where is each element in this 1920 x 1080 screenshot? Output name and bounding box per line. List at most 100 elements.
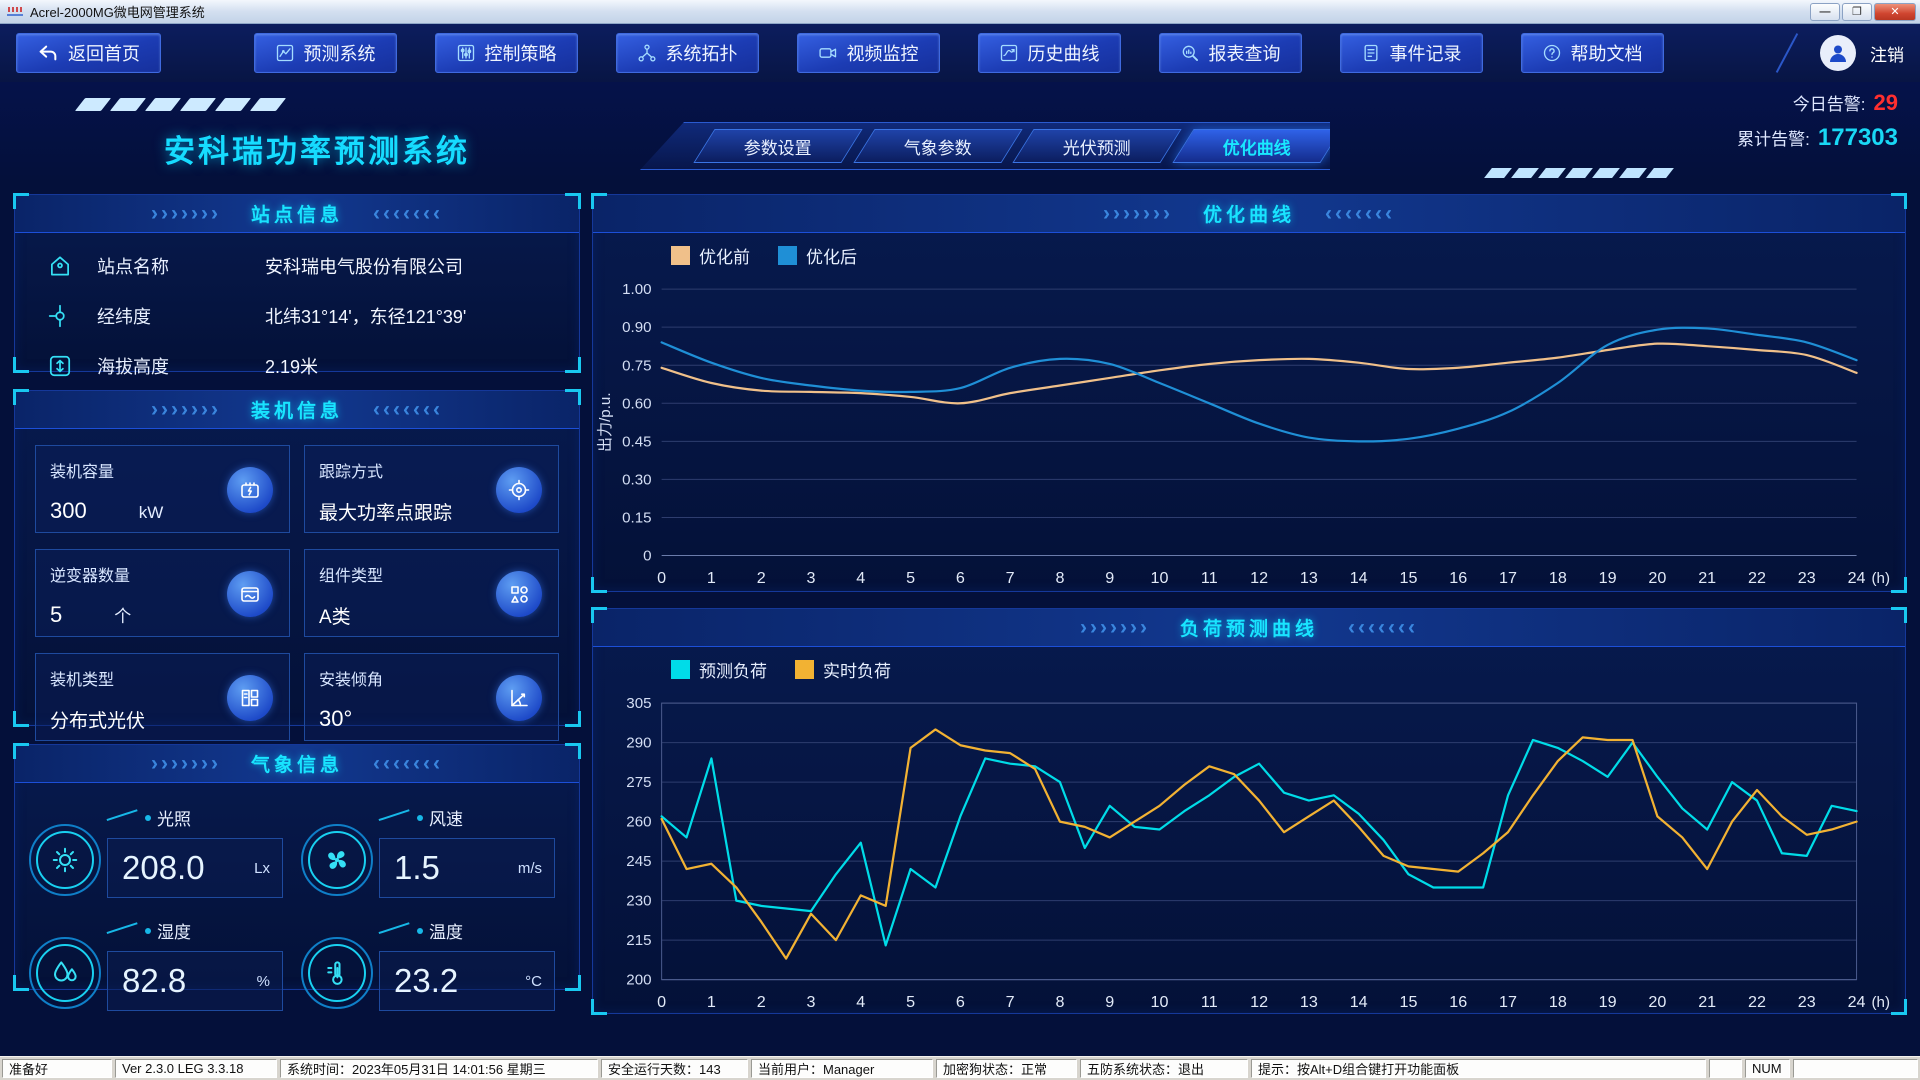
nav-item-video-monitor[interactable]: 视频监控: [797, 33, 940, 73]
svg-text:14: 14: [1350, 993, 1368, 1011]
svg-text:7: 7: [1006, 569, 1015, 587]
nav-item-system-topology[interactable]: 系统拓扑: [616, 33, 759, 73]
wind-speed-item: 风速 1.5m/s: [301, 805, 567, 898]
maximize-button[interactable]: ❐: [1842, 3, 1872, 21]
svg-text:18: 18: [1549, 569, 1567, 587]
nav-bar: 返回首页 预测系统 控制策略 系统拓扑 视频监控 历史曲线: [0, 24, 1920, 82]
svg-text:15: 15: [1399, 993, 1417, 1011]
install-info-panel: ››››››› 装机信息 ‹‹‹‹‹‹‹ 装机容量 300kW 跟踪方式 最大功…: [14, 390, 580, 726]
install-info-title: 装机信息: [251, 396, 343, 423]
irradiance-item: 光照 208.0Lx: [29, 805, 295, 898]
site-latlng-row: 经纬度 北纬31°14'，东径121°39': [43, 303, 551, 329]
status-ready: 准备好: [2, 1059, 112, 1078]
svg-text:0: 0: [643, 548, 651, 565]
optimization-curve-chart: 00.150.300.450.600.750.901.0001234567891…: [593, 277, 1905, 592]
load-forecast-legend: 预测负荷 实时负荷: [593, 647, 1905, 691]
wind-speed-value-box: 1.5m/s: [379, 838, 555, 898]
topology-icon: [637, 43, 657, 63]
nav-item-help-docs[interactable]: 帮助文档: [1521, 33, 1664, 73]
site-name-row: 站点名称 安科瑞电气股份有限公司: [43, 253, 551, 279]
minimize-button[interactable]: —: [1810, 3, 1840, 21]
document-icon: [1361, 43, 1381, 63]
banner-slash-decoration: [80, 98, 281, 111]
legend-item-before-optimization[interactable]: 优化前: [671, 243, 750, 268]
fan-icon: [322, 845, 352, 875]
capacity-card: 装机容量 300kW: [35, 445, 290, 533]
tilt-angle-card: 安装倾角 30°: [304, 653, 559, 741]
svg-text:6: 6: [956, 569, 965, 587]
site-info-title: 站点信息: [251, 200, 343, 227]
svg-text:19: 19: [1599, 993, 1617, 1011]
svg-text:17: 17: [1499, 993, 1517, 1011]
weather-info-panel: ››››››› 气象信息 ‹‹‹‹‹‹‹ 光照 208.0Lx: [14, 744, 580, 990]
svg-text:5: 5: [906, 569, 915, 587]
status-version: Ver 2.3.0 LEG 3.3.18: [115, 1059, 277, 1078]
component-type-icon: [507, 582, 531, 606]
tab-weather-parameters[interactable]: 气象参数: [853, 129, 1022, 163]
svg-text:0.75: 0.75: [622, 357, 651, 374]
nav-separator: [1776, 33, 1798, 73]
svg-text:200: 200: [626, 972, 651, 989]
nav-item-report-query[interactable]: 报表查询: [1159, 33, 1302, 73]
close-button[interactable]: ✕: [1874, 3, 1916, 21]
svg-text:0.15: 0.15: [622, 510, 651, 527]
tab-optimization-curve[interactable]: 优化曲线: [1172, 129, 1341, 163]
right-column: ››››››› 优化曲线 ‹‹‹‹‹‹‹ 优化前 优化后 00.150.300.…: [592, 194, 1906, 1052]
status-system-time: 系统时间：2023年05月31日 14:01:56 星期三: [280, 1059, 598, 1078]
svg-text:10: 10: [1151, 993, 1169, 1011]
site-info-header: ››››››› 站点信息 ‹‹‹‹‹‹‹: [15, 195, 579, 233]
svg-text:7: 7: [1006, 993, 1015, 1011]
svg-text:21: 21: [1698, 993, 1716, 1011]
svg-text:290: 290: [626, 735, 651, 752]
logout-button[interactable]: 注销: [1870, 41, 1904, 66]
optimization-legend: 优化前 优化后: [593, 233, 1905, 277]
status-num-lock: NUM: [1745, 1059, 1790, 1078]
svg-text:24: 24: [1848, 569, 1866, 587]
legend-swatch: [778, 246, 797, 265]
humidity-item: 湿度 82.8%: [29, 918, 295, 1011]
legend-swatch: [671, 246, 690, 265]
legend-item-realtime-load[interactable]: 实时负荷: [795, 657, 891, 682]
user-avatar[interactable]: [1820, 35, 1856, 71]
svg-text:1: 1: [707, 569, 716, 587]
load-forecast-header: ››››››› 负荷预测曲线 ‹‹‹‹‹‹‹: [593, 609, 1905, 647]
back-home-button[interactable]: 返回首页: [16, 33, 161, 73]
svg-text:2: 2: [757, 569, 766, 587]
legend-swatch: [795, 660, 814, 679]
tab-pv-forecast[interactable]: 光伏预测: [1012, 129, 1181, 163]
svg-text:11: 11: [1201, 569, 1218, 587]
app-window: Acrel-2000MG微电网管理系统 — ❐ ✕ 返回首页 预测系统 控制策略…: [0, 0, 1920, 1080]
nav-item-forecast-system[interactable]: 预测系统: [254, 33, 397, 73]
legend-item-forecast-load[interactable]: 预测负荷: [671, 657, 767, 682]
capacity-icon: [238, 478, 262, 502]
total-alert-label: 累计告警:: [1737, 125, 1810, 150]
inverter-icon: [238, 582, 262, 606]
page-title: 安科瑞功率预测系统: [164, 126, 470, 171]
svg-text:18: 18: [1549, 993, 1567, 1011]
home-icon: [47, 253, 73, 279]
install-info-header: ››››››› 装机信息 ‹‹‹‹‹‹‹: [15, 391, 579, 429]
svg-text:11: 11: [1201, 993, 1218, 1011]
tab-strip: 参数设置 气象参数 光伏预测 优化曲线: [640, 122, 1330, 170]
tab-parameter-settings[interactable]: 参数设置: [693, 129, 862, 163]
today-alert-value: 29: [1874, 90, 1898, 116]
nav-item-history-curve[interactable]: 历史曲线: [978, 33, 1121, 73]
report-search-icon: [1180, 43, 1200, 63]
sun-icon: [50, 845, 80, 875]
page-header: 安科瑞功率预测系统 参数设置 气象参数 光伏预测 优化曲线 今日告警: 29 累计…: [0, 82, 1920, 184]
svg-text:260: 260: [626, 814, 651, 831]
status-hint: 提示：按Alt+D组合键打开功能面板: [1251, 1059, 1706, 1078]
optimization-curve-header: ››››››› 优化曲线 ‹‹‹‹‹‹‹: [593, 195, 1905, 233]
svg-text:14: 14: [1350, 569, 1368, 587]
svg-text:245: 245: [626, 853, 651, 870]
svg-text:22: 22: [1748, 569, 1766, 587]
temperature-value-box: 23.2°C: [379, 951, 555, 1011]
today-alert-label: 今日告警:: [1793, 90, 1866, 115]
tracking-card: 跟踪方式 最大功率点跟踪: [304, 445, 559, 533]
help-icon: [1542, 43, 1562, 63]
status-safe-days: 安全运行天数：143: [601, 1059, 748, 1078]
weather-info-header: ››››››› 气象信息 ‹‹‹‹‹‹‹: [15, 745, 579, 783]
nav-item-control-strategy[interactable]: 控制策略: [435, 33, 578, 73]
nav-item-event-log[interactable]: 事件记录: [1340, 33, 1483, 73]
legend-item-after-optimization[interactable]: 优化后: [778, 243, 857, 268]
